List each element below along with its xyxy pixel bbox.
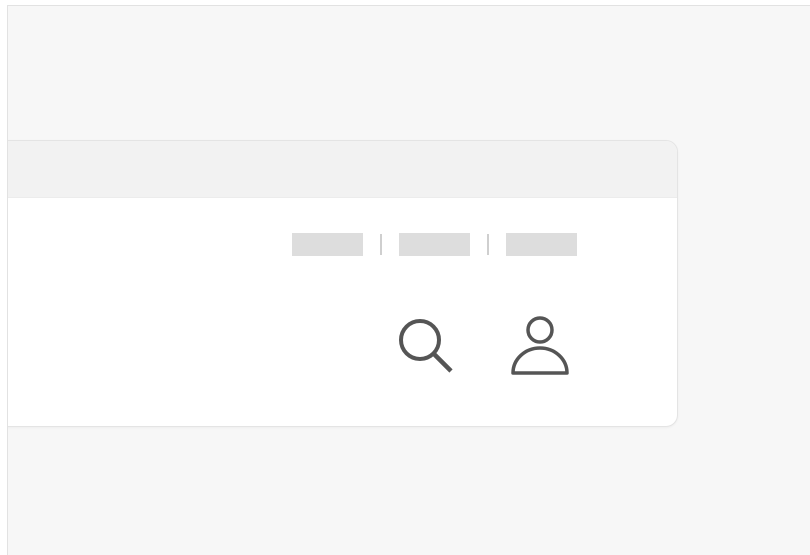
utility-links bbox=[292, 232, 577, 256]
utility-link-2[interactable] bbox=[399, 232, 470, 256]
utility-link-1[interactable] bbox=[292, 232, 363, 256]
search-icon bbox=[399, 319, 453, 373]
card-top-bar bbox=[8, 141, 677, 198]
link-divider bbox=[380, 233, 382, 255]
utility-link-3[interactable] bbox=[506, 232, 577, 256]
header-card bbox=[8, 140, 678, 427]
link-divider bbox=[487, 233, 489, 255]
user-icon bbox=[511, 316, 569, 375]
account-button[interactable] bbox=[509, 316, 571, 378]
search-button[interactable] bbox=[395, 316, 457, 378]
page-background bbox=[7, 5, 810, 555]
